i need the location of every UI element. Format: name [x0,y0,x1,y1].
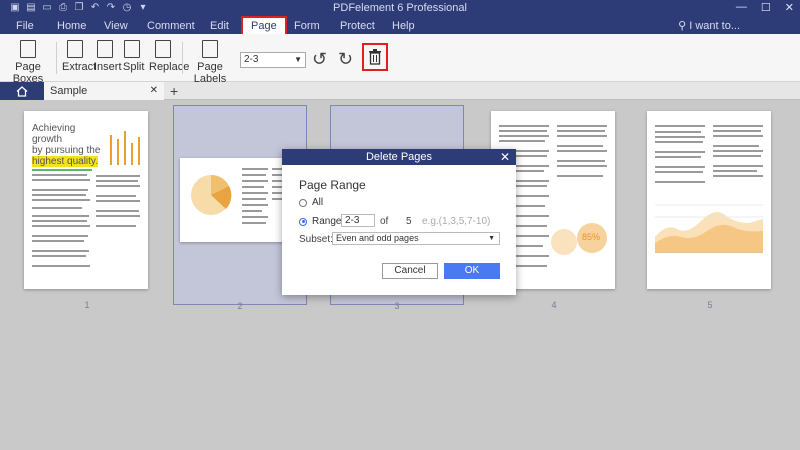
page-labels-icon [202,40,218,58]
extract-icon [67,40,83,58]
total-pages: 5 [406,216,412,227]
area-chart-graphic [655,204,763,253]
page-preview: Achieving growth by pursuing the highest… [24,111,148,289]
dialog-header: Delete Pages ✕ [282,149,516,165]
page-number: 4 [551,300,557,310]
ribbon-divider [56,42,57,74]
delete-pages-dialog: Delete Pages ✕ Page Range All Range: 2-3… [282,149,516,295]
home-icon [16,85,28,97]
page-preview [647,111,771,289]
page-number: 1 [84,300,90,310]
all-pages-option[interactable]: All [299,197,323,208]
insert-button[interactable]: Insert [94,40,122,73]
heading-line: by pursuing the [32,145,101,156]
page-labels-button[interactable]: Page Labels [190,40,230,85]
replace-label: Replace [149,61,190,73]
window-controls: — ☐ ✕ [736,1,794,14]
page-number: 3 [394,301,400,311]
split-icon [124,40,140,58]
subset-dropdown[interactable]: Even and odd pages ▼ [332,232,500,245]
extract-label: Extract [62,61,97,73]
menu-form[interactable]: Form [294,19,320,33]
page-range-value: 2-3 [244,54,259,65]
range-hint: e.g.(1,3,5,7-10) [422,216,491,227]
page-boxes-icon [20,40,36,58]
range-option[interactable]: Range: [299,216,344,227]
close-icon[interactable]: ✕ [785,1,794,14]
menu-page[interactable]: Page [241,16,287,36]
heading-line: highest quality. [32,156,102,167]
split-label: Split [123,61,145,73]
i-want-to-label: I want to... [689,20,740,32]
trash-icon [369,49,381,65]
page-boxes-button[interactable]: Page Boxes [8,40,48,85]
all-radio[interactable] [299,198,307,207]
ribbon-divider [182,42,183,74]
insert-icon [97,40,113,58]
menu-file[interactable]: File [16,19,34,33]
page-range-dropdown[interactable]: 2-3 ▼ [240,52,306,68]
maximize-icon[interactable]: ☐ [761,1,771,14]
subset-label: Subset: [299,234,333,245]
heading-line: Achieving growth [32,123,76,145]
replace-button[interactable]: Replace [149,40,189,73]
minimize-icon[interactable]: — [736,1,747,14]
ok-button[interactable]: OK [444,263,500,279]
home-tab[interactable] [0,82,44,100]
add-tab-icon[interactable]: + [170,82,178,100]
cancel-button[interactable]: Cancel [382,263,438,279]
i-want-to-search[interactable]: ⚲ I want to... [678,19,740,32]
page-thumbnail-1[interactable]: Achieving growth by pursuing the highest… [20,105,154,310]
menu-protect[interactable]: Protect [340,19,375,33]
menu-view[interactable]: View [104,19,128,33]
pie-chart-graphic [191,174,232,215]
page-thumbnail-5[interactable]: 5 [643,105,777,310]
split-button[interactable]: Split [123,40,145,73]
window-title: PDFelement 6 Professional [333,2,467,14]
rotate-right-icon[interactable]: ↻ [338,50,353,68]
title-bar: ▣ ▤ ▭ ⎙ ❐ ↶ ↷ ◷ ▾ PDFelement 6 Professio… [0,0,800,36]
document-tab[interactable]: Sample Documen...nded ✕ [44,82,164,115]
all-label: All [312,197,324,208]
close-icon[interactable]: ✕ [500,149,510,165]
chevron-down-icon: ▼ [294,55,302,64]
page-number: 2 [237,301,243,311]
close-tab-icon[interactable]: ✕ [150,82,158,100]
page-range-heading: Page Range [299,178,366,192]
ribbon-toolbar: Page Boxes Extract Insert Split Replace … [0,34,800,85]
bubble-graphic: 85% [551,223,609,263]
highlighted-text: highest quality. [32,156,98,167]
bar-chart-graphic [110,125,142,165]
menu-help[interactable]: Help [392,19,415,33]
of-label: of [380,216,389,227]
range-input[interactable]: 2-3 [341,214,375,227]
subset-value: Even and odd pages [336,233,419,243]
lightbulb-icon: ⚲ [678,20,687,32]
document-tab-bar: Sample Documen...nded ✕ + [0,82,800,115]
page-heading: Achieving growth by pursuing the highest… [32,123,102,167]
range-radio[interactable] [299,217,307,226]
rotate-left-icon[interactable]: ↺ [312,50,327,68]
menu-home[interactable]: Home [57,19,86,33]
chevron-down-icon: ▼ [488,235,495,242]
replace-icon [155,40,171,58]
dialog-title: Delete Pages [365,151,433,163]
extract-button[interactable]: Extract [62,40,96,73]
menu-edit[interactable]: Edit [210,19,229,33]
delete-page-button[interactable] [362,43,388,71]
percent-label: 85% [582,232,601,242]
range-label: Range: [312,216,345,227]
page-number: 5 [707,300,713,310]
insert-label: Insert [94,61,122,73]
menu-comment[interactable]: Comment [147,19,195,33]
